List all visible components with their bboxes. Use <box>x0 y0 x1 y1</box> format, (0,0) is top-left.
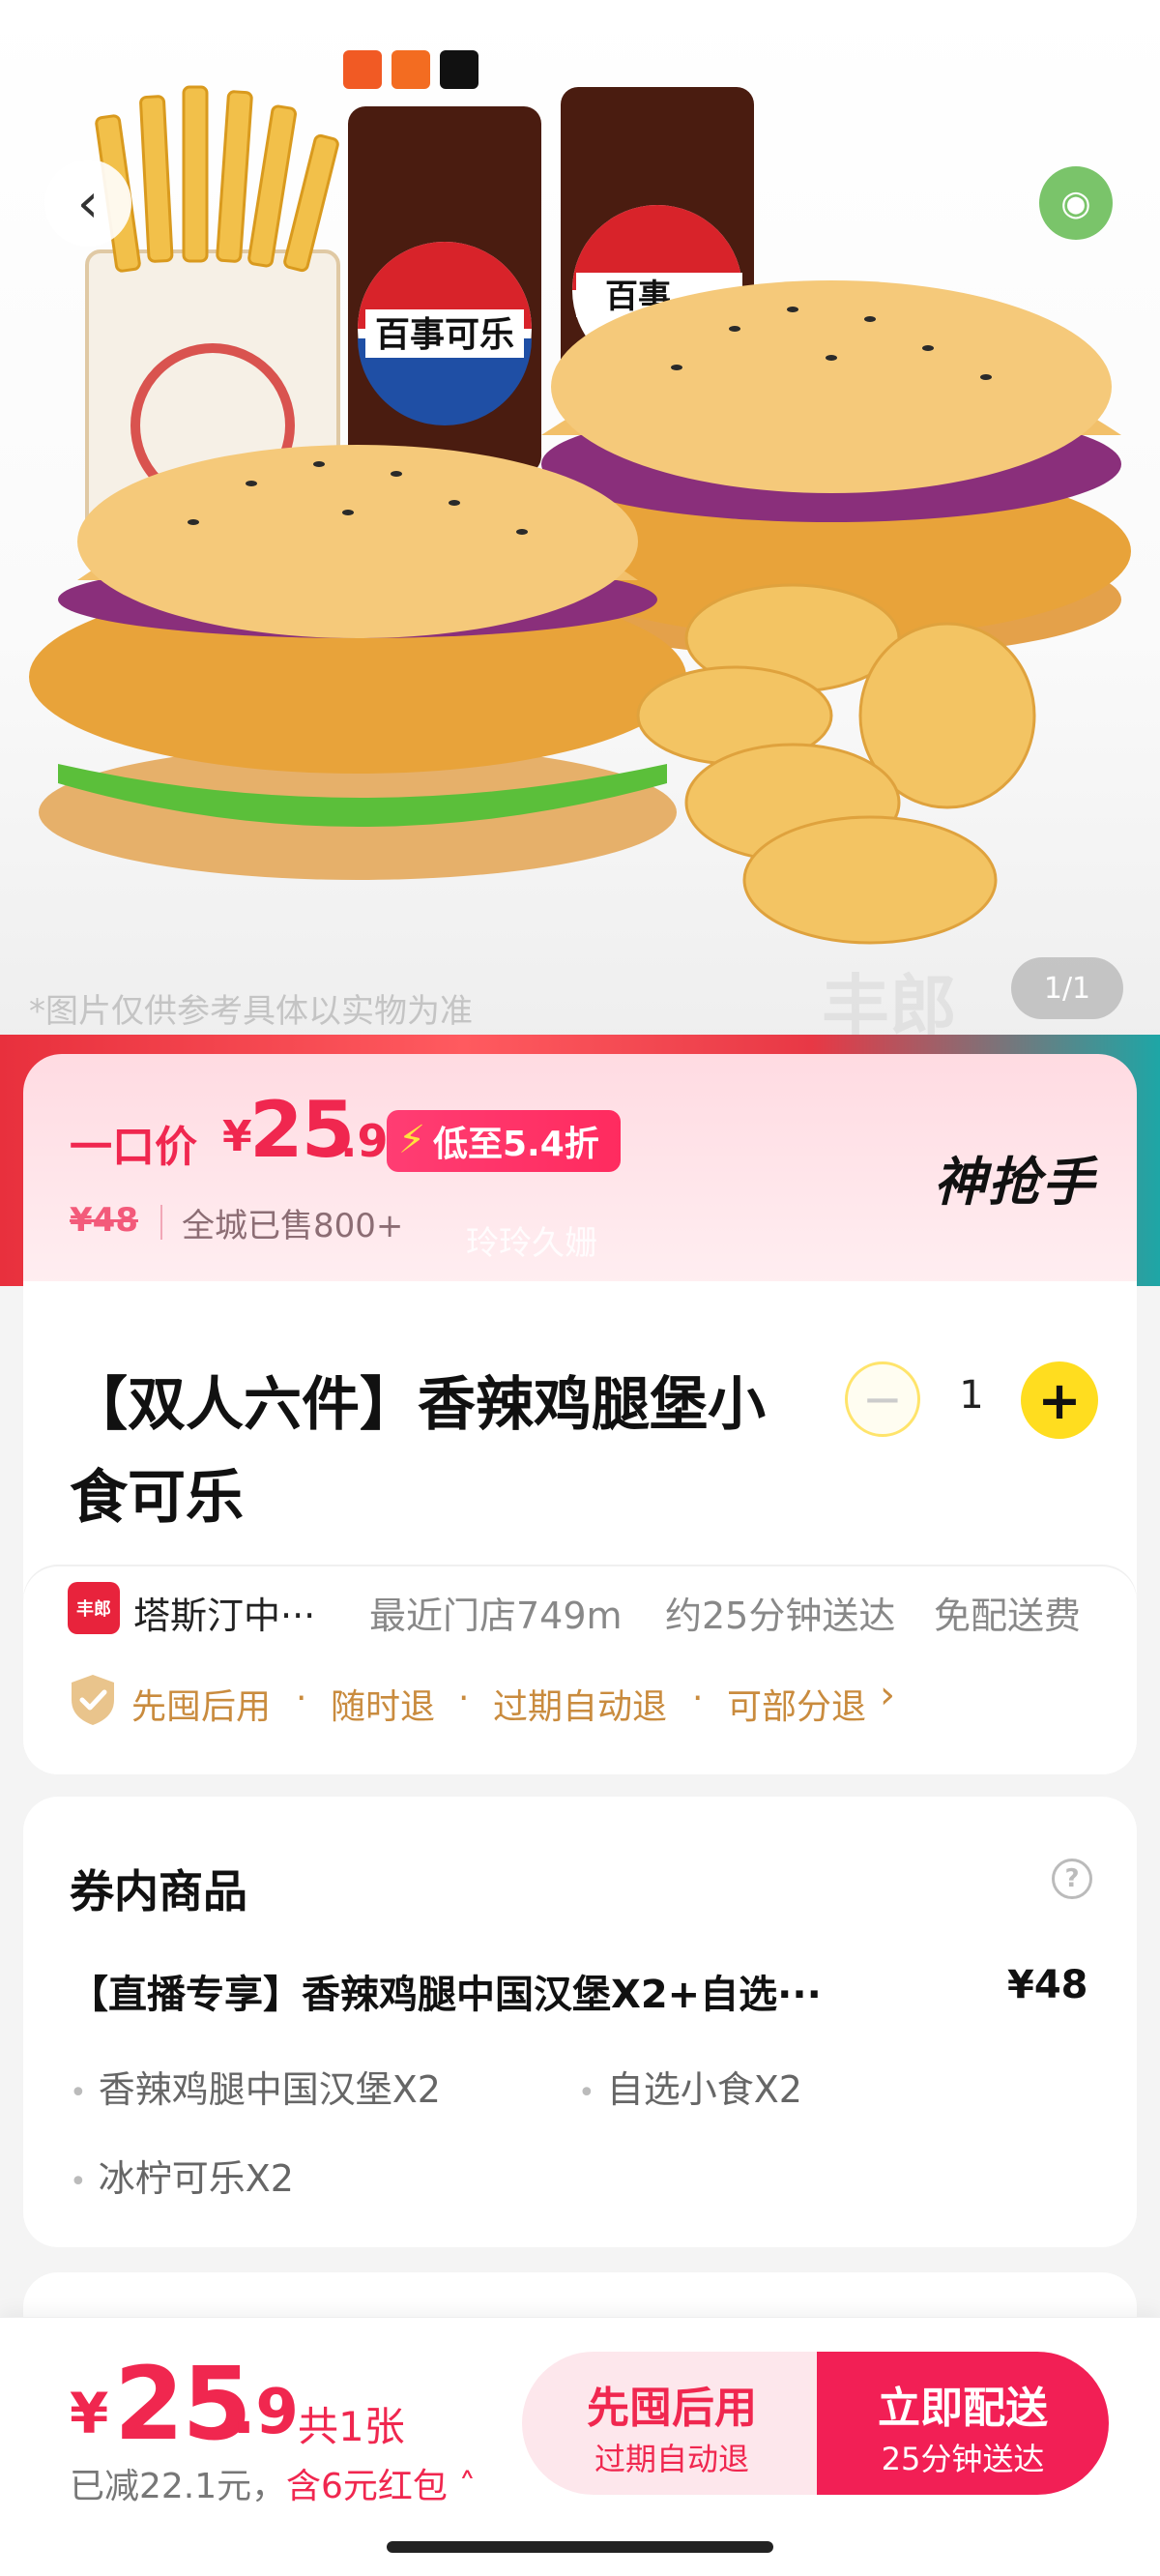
delivery-eta: 约25分钟送达 <box>665 1595 896 1637</box>
button-subtitle: 过期自动退 <box>594 2441 749 2477</box>
burger-combo-illustration: 百事可乐 百事 <box>29 85 1131 945</box>
deliver-now-button[interactable]: 立即配送 25分钟送达 <box>817 2352 1109 2495</box>
back-button[interactable]: ‹ <box>44 160 131 247</box>
store-distance: 最近门店749m <box>369 1595 623 1637</box>
product-title: 【双人六件】香辣鸡腿堡小食可乐 <box>70 1371 766 1532</box>
button-title: 立即配送 <box>878 2384 1048 2433</box>
list-item: 香辣鸡腿中国汉堡X2 <box>70 2060 441 2113</box>
total-currency: ¥ <box>70 2381 109 2446</box>
quantity-decrease-button[interactable]: − <box>845 1361 920 1437</box>
live-anchor-name: 玲玲久姗 <box>466 1224 597 1263</box>
button-subtitle: 25分钟送达 <box>881 2441 1045 2477</box>
separator-dot: · <box>692 1679 704 1718</box>
home-indicator[interactable] <box>387 2541 773 2553</box>
button-title: 先囤后用 <box>587 2384 757 2433</box>
wechat-icon: ◉ <box>1060 183 1091 223</box>
app-notification-icon <box>392 50 430 89</box>
coupon-count: 共1张 <box>298 2403 405 2450</box>
service-tag[interactable]: 可部分退 <box>727 1679 866 1729</box>
status-bar-icons <box>343 50 478 89</box>
image-counter: 1/1 <box>1011 957 1123 1019</box>
coupon-items-title: 券内商品 <box>70 1865 247 1917</box>
divider <box>160 1205 162 1240</box>
red-packet-toggle[interactable]: 含6元红包 ˄ <box>286 2458 476 2508</box>
app-notification-icon <box>343 50 382 89</box>
discount-badge: ⚡ 低至5.4折 <box>387 1110 621 1172</box>
sold-count: 全城已售800+ <box>182 1207 404 1245</box>
separator-dot: · <box>296 1679 307 1718</box>
list-item: 自选小食X2 <box>578 2060 802 2113</box>
image-disclaimer: *图片仅供参考具体以实物为准 <box>29 992 473 1031</box>
service-tag: 随时退 <box>331 1687 436 1727</box>
total-integer: 25 <box>114 2345 252 2463</box>
total-decimal: .9 <box>232 2377 299 2448</box>
price-currency: ¥ <box>222 1112 252 1161</box>
shield-check-icon <box>72 1675 114 1725</box>
lightning-icon: ⚡ <box>398 1118 426 1162</box>
store-logo: 丰郎 <box>68 1582 120 1634</box>
coupon-item-price: ¥48 <box>1007 1963 1088 2007</box>
share-wechat-button[interactable]: ◉ <box>1039 166 1113 240</box>
price-integer: 25 <box>249 1085 355 1175</box>
saved-amount: 已减22.1元， <box>70 2467 287 2506</box>
quantity-value: 1 <box>959 1373 984 1418</box>
chevron-left-icon: ‹ <box>76 171 100 235</box>
service-tag: 过期自动退 <box>493 1687 668 1727</box>
quantity-increase-button[interactable]: + <box>1021 1361 1098 1439</box>
service-tag: 先囤后用 <box>131 1687 272 1727</box>
delivery-fee: 免配送费 <box>934 1595 1082 1637</box>
brand-logo: 神抢手 <box>934 1152 1096 1213</box>
buy-now-use-later-button[interactable]: 先囤后用 过期自动退 <box>522 2352 822 2495</box>
help-icon[interactable]: ? <box>1052 1859 1092 1899</box>
discount-badge-text: 低至5.4折 <box>433 1125 599 1164</box>
list-item: 冰柠可乐X2 <box>70 2149 294 2202</box>
separator-dot: · <box>458 1679 470 1718</box>
minus-icon: − <box>862 1371 903 1427</box>
store-name[interactable]: 塔斯汀中··· <box>133 1586 315 1639</box>
chevron-right-icon[interactable]: › <box>880 1673 895 1717</box>
price-label: 一口价 <box>70 1123 197 1172</box>
coupon-item-name: 【直播专享】香辣鸡腿中国汉堡X2+自选··· <box>70 1973 822 2017</box>
plus-icon: + <box>1037 1369 1082 1431</box>
original-price: ¥48 <box>70 1201 138 1240</box>
svg-text:百事可乐: 百事可乐 <box>375 315 514 355</box>
app-notification-icon <box>440 50 478 89</box>
product-hero-image[interactable]: 百事可乐 百事 ‹ ◉ 丰郎 *图片仅供参考具体以实物为准 1/1 <box>0 0 1160 1054</box>
price-decimal: .9 <box>340 1115 389 1167</box>
